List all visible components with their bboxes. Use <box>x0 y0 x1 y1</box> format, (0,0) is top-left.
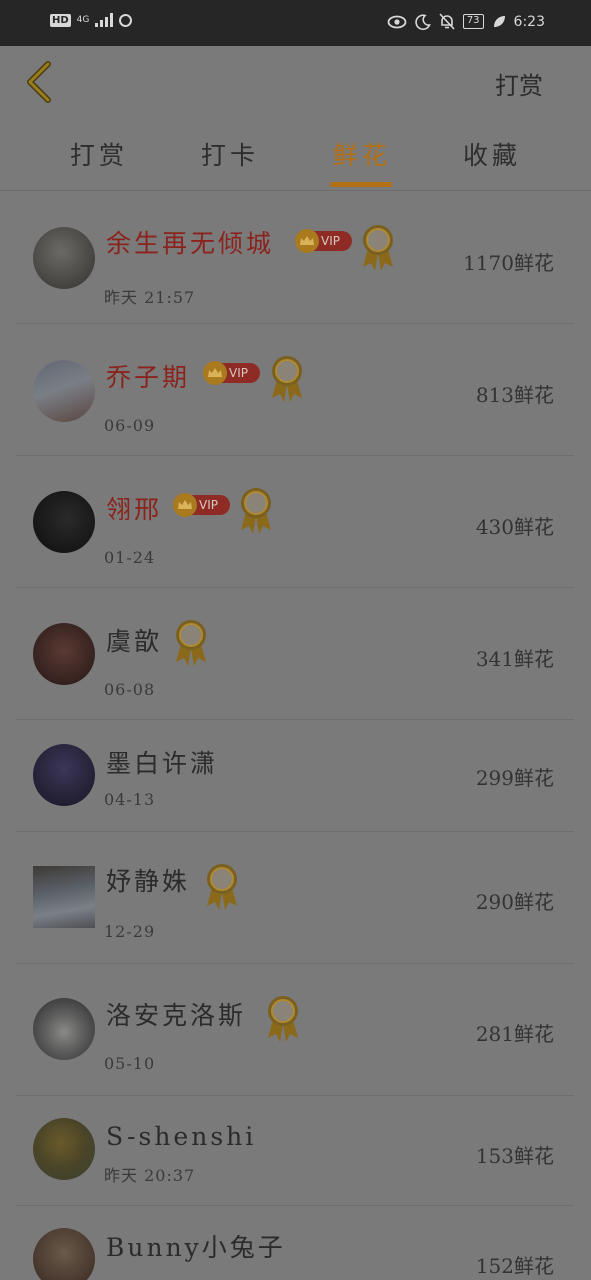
user-name[interactable]: 妤静姝 <box>106 862 190 898</box>
list-item[interactable]: 虞歆 06-08 341鲜花 <box>16 588 574 720</box>
avatar[interactable] <box>33 998 95 1060</box>
user-name[interactable]: S-shenshi <box>106 1122 256 1151</box>
tab-checkin[interactable]: 打卡 <box>201 136 259 172</box>
user-name[interactable]: 翎邢 <box>106 490 162 526</box>
list-item[interactable]: 翎邢 VIP 01-24 430鲜花 <box>16 456 574 588</box>
list-item[interactable]: 妤静姝 12-29 290鲜花 <box>16 832 574 964</box>
flower-count: 813鲜花 <box>475 383 554 407</box>
vip-label: VIP <box>229 366 248 380</box>
timestamp: 12-29 <box>104 922 156 941</box>
tab-favorites[interactable]: 收藏 <box>463 136 521 172</box>
user-name[interactable]: 虞歆 <box>106 622 162 658</box>
user-name[interactable]: Bunny小兔子 <box>106 1228 286 1264</box>
app-header: 打赏 <box>0 46 591 118</box>
avatar[interactable] <box>33 1118 95 1180</box>
flower-count: 153鲜花 <box>475 1144 554 1168</box>
battery-icon: 73 <box>462 14 484 29</box>
avatar[interactable] <box>33 623 95 685</box>
signal-icon <box>95 13 114 27</box>
flower-count: 299鲜花 <box>475 766 554 790</box>
medal-icon <box>363 225 393 271</box>
flower-count: 281鲜花 <box>475 1022 554 1046</box>
medal-icon <box>272 356 302 402</box>
bell-off-icon <box>439 13 455 30</box>
timestamp: 昨天 21:57 <box>104 288 196 307</box>
timestamp: 04-13 <box>104 790 156 809</box>
user-name[interactable]: 洛安克洛斯 <box>106 996 246 1032</box>
list-item[interactable]: 乔子期 VIP 06-09 813鲜花 <box>16 324 574 456</box>
vip-badge: VIP <box>203 361 260 385</box>
avatar[interactable] <box>33 491 95 553</box>
avatar[interactable] <box>33 866 95 928</box>
status-right: 73 6:23 <box>387 13 545 30</box>
avatar[interactable] <box>33 227 95 289</box>
active-tab-indicator <box>330 182 392 187</box>
network-type: 4G <box>76 14 90 25</box>
timestamp: 06-09 <box>104 416 156 435</box>
leaf-icon <box>493 15 505 27</box>
flower-count: 341鲜花 <box>475 647 554 671</box>
timestamp: 06-08 <box>104 680 156 699</box>
tab-flowers[interactable]: 鲜花 <box>333 136 391 172</box>
medal-icon <box>207 864 237 910</box>
flower-count: 152鲜花 <box>475 1254 554 1278</box>
user-name[interactable]: 乔子期 <box>106 358 190 394</box>
crown-icon <box>173 493 197 517</box>
clock: 6:23 <box>513 13 545 30</box>
list-item[interactable]: 余生再无倾城 VIP 昨天 21:57 1170鲜花 <box>16 192 574 324</box>
flower-count: 1170鲜花 <box>463 251 554 275</box>
tabs-divider <box>0 190 591 191</box>
avatar[interactable] <box>33 744 95 806</box>
moon-icon <box>415 13 431 30</box>
list-item[interactable]: Bunny小兔子 152鲜花 <box>16 1206 574 1280</box>
status-left: HD 4G <box>50 13 133 27</box>
sync-icon <box>119 13 133 27</box>
medal-icon <box>268 996 298 1042</box>
timestamp: 昨天 20:37 <box>104 1166 196 1185</box>
list-item[interactable]: 洛安克洛斯 05-10 281鲜花 <box>16 964 574 1096</box>
hd-badge: HD <box>50 13 71 27</box>
list-item[interactable]: 墨白许潇 04-13 299鲜花 <box>16 720 574 832</box>
avatar[interactable] <box>33 1228 95 1280</box>
crown-icon <box>295 229 319 253</box>
vip-badge: VIP <box>173 493 230 517</box>
vip-label: VIP <box>321 234 340 248</box>
tab-reward[interactable]: 打赏 <box>70 136 128 172</box>
back-arrow-icon[interactable] <box>22 60 56 104</box>
vip-label: VIP <box>199 498 218 512</box>
user-name[interactable]: 余生再无倾城 <box>106 224 274 260</box>
medal-icon <box>176 620 206 666</box>
tab-bar: 打赏 打卡 鲜花 收藏 <box>0 126 591 190</box>
list-item[interactable]: S-shenshi 昨天 20:37 153鲜花 <box>16 1096 574 1206</box>
header-reward-button[interactable]: 打赏 <box>495 66 543 101</box>
avatar[interactable] <box>33 360 95 422</box>
medal-icon <box>241 488 271 534</box>
flower-count: 290鲜花 <box>475 890 554 914</box>
flower-count: 430鲜花 <box>475 515 554 539</box>
user-name[interactable]: 墨白许潇 <box>106 744 218 780</box>
timestamp: 01-24 <box>104 548 156 567</box>
crown-icon <box>203 361 227 385</box>
status-bar: HD 4G 73 6:23 <box>0 0 591 46</box>
vip-badge: VIP <box>295 229 352 253</box>
eye-icon <box>387 15 407 28</box>
timestamp: 05-10 <box>104 1054 156 1073</box>
